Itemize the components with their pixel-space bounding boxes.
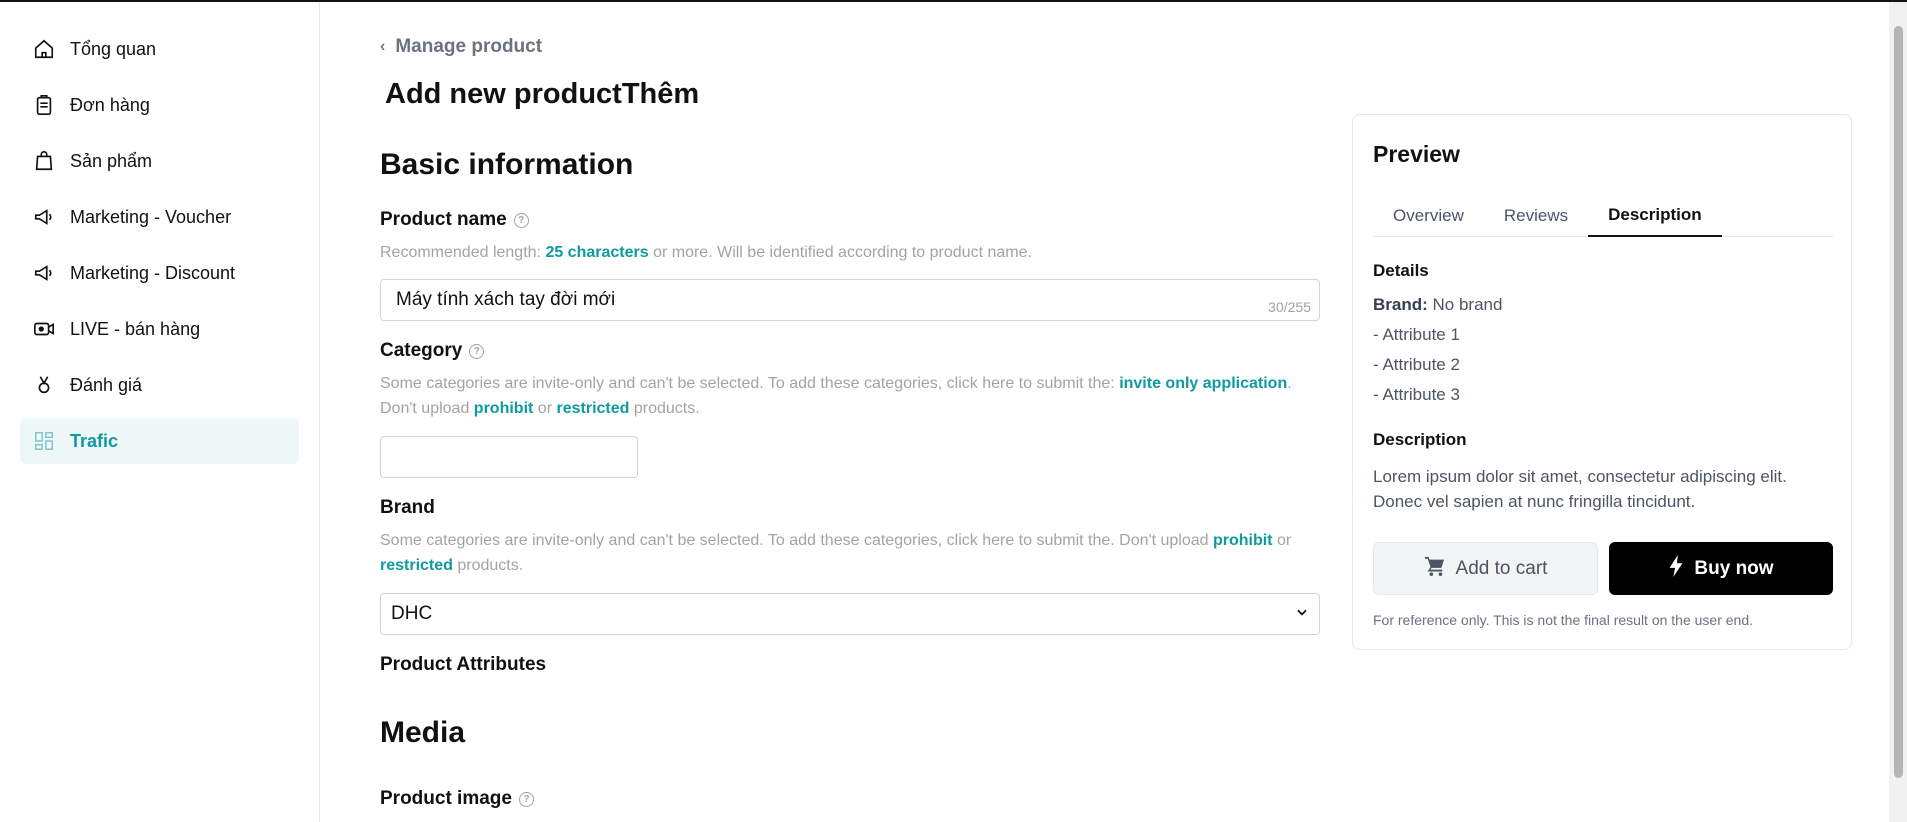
hint-text: Some categories are invite-only and can'…	[380, 532, 1209, 549]
product-name-label: Product name ?	[380, 209, 529, 231]
category-input[interactable]	[380, 436, 638, 478]
hint-text: Some categories are invite-only and can'…	[380, 375, 1115, 392]
hint-text: or more. Will be identified according to…	[653, 244, 1032, 261]
sidebar-item-danh-gia[interactable]: Đánh giá	[20, 362, 299, 408]
hint-link-prohibit[interactable]: prohibit	[1213, 532, 1273, 549]
breadcrumb[interactable]: ‹ Manage product	[380, 36, 542, 58]
section-basic-information: Basic information	[380, 148, 634, 181]
preview-title: Preview	[1373, 141, 1460, 167]
hint-text: or	[537, 400, 553, 417]
category-hint: Some categories are invite-only and can'…	[380, 371, 1320, 421]
sidebar-item-marketing-voucher[interactable]: Marketing - Voucher	[20, 194, 299, 240]
help-icon[interactable]: ?	[518, 791, 534, 807]
product-name-label-text: Product name	[380, 209, 507, 230]
brand-key: Brand:	[1373, 295, 1428, 314]
dashboard-grid-icon	[30, 427, 58, 455]
hint-link-restricted[interactable]: restricted	[556, 400, 629, 417]
hint-link-restricted[interactable]: restricted	[380, 557, 453, 574]
product-name-field[interactable]: 30/255	[380, 279, 1320, 321]
help-icon[interactable]: ?	[513, 212, 529, 228]
hint-text: or	[1276, 532, 1292, 549]
hint-link-prohibit[interactable]: prohibit	[474, 400, 534, 417]
buy-now-button[interactable]: Buy now	[1609, 542, 1833, 595]
category-label-text: Category	[380, 340, 463, 361]
hint-link-invite-only-application[interactable]: invite only application	[1119, 375, 1287, 392]
product-name-input[interactable]	[381, 280, 1201, 320]
cart-icon	[1424, 556, 1456, 582]
product-name-hint: Recommended length: 25 characters or mor…	[380, 240, 1320, 265]
product-attributes-label: Product Attributes	[380, 654, 546, 676]
sidebar-item-trafic[interactable]: Trafic	[20, 418, 299, 464]
megaphone-icon	[30, 203, 58, 231]
hint-text: Recommended length:	[380, 244, 541, 261]
sidebar-item-label: Sản phẩm	[70, 150, 153, 171]
description-text: Lorem ipsum dolor sit amet, consectetur …	[1373, 467, 1787, 511]
sidebar-item-don-hang[interactable]: Đơn hàng	[20, 82, 299, 128]
attribute-line: - Attribute 3	[1373, 385, 1460, 404]
section-media: Media	[380, 716, 466, 749]
sidebar-item-marketing-discount[interactable]: Marketing - Discount	[20, 250, 299, 296]
help-icon[interactable]: ?	[469, 343, 485, 359]
preview-panel: Preview Overview Reviews Description Det…	[1352, 114, 1852, 650]
hint-text: products.	[633, 400, 700, 417]
char-count: 30/255	[1268, 299, 1311, 315]
attribute-line: - Attribute 1	[1373, 325, 1460, 344]
sidebar-item-label: LIVE - bán hàng	[70, 318, 201, 339]
brand-select[interactable]: DHC	[380, 593, 1320, 635]
sidebar-item-label: Trafic	[70, 430, 119, 451]
brand-selected-value: DHC	[391, 603, 433, 624]
tab-overview[interactable]: Overview	[1373, 195, 1484, 237]
add-to-cart-label: Add to cart	[1455, 557, 1548, 579]
description-heading: Description	[1373, 430, 1467, 449]
lightning-icon	[1668, 554, 1694, 583]
bag-icon	[30, 147, 58, 175]
sidebar-item-tong-quan[interactable]: Tổng quan	[20, 26, 299, 72]
brand-label: Brand	[380, 497, 435, 519]
details-heading: Details	[1373, 261, 1429, 280]
sidebar-item-label: Marketing - Voucher	[70, 206, 232, 227]
chevron-down-icon	[1295, 603, 1309, 625]
sidebar-item-label: Đơn hàng	[70, 94, 150, 115]
home-icon	[30, 35, 58, 63]
product-image-label-text: Product image	[380, 788, 512, 809]
sidebar-item-live-ban-hang[interactable]: LIVE - bán hàng	[20, 306, 299, 352]
brand-hint: Some categories are invite-only and can'…	[380, 528, 1320, 578]
scrollbar-thumb[interactable]	[1894, 26, 1903, 778]
tab-description[interactable]: Description	[1588, 195, 1722, 237]
clipboard-icon	[30, 91, 58, 119]
product-image-label: Product image ?	[380, 788, 534, 810]
brand-line: Brand: No brand	[1373, 295, 1502, 315]
hint-text: products.	[457, 557, 524, 574]
sidebar-item-label: Marketing - Discount	[70, 262, 236, 283]
hint-link-25-characters[interactable]: 25 characters	[545, 244, 648, 261]
sidebar-item-label: Tổng quan	[70, 38, 157, 59]
sidebar-item-label: Đánh giá	[70, 374, 143, 395]
tab-reviews[interactable]: Reviews	[1484, 195, 1588, 237]
chevron-left-icon: ‹	[380, 38, 386, 55]
breadcrumb-link[interactable]: Manage product	[395, 36, 542, 58]
attribute-line: - Attribute 2	[1373, 355, 1460, 374]
sidebar-item-san-pham[interactable]: Sản phẩm	[20, 138, 299, 184]
preview-tabs: Overview Reviews Description	[1373, 195, 1833, 237]
sidebar: Tổng quan Đơn hàng Sản phẩm Marketing - …	[0, 2, 320, 822]
scrollbar[interactable]	[1889, 2, 1907, 822]
product-attributes-label-text: Product Attributes	[380, 654, 547, 675]
add-to-cart-button[interactable]: Add to cart	[1373, 542, 1598, 595]
preview-note: For reference only. This is not the fina…	[1373, 612, 1754, 628]
megaphone-icon	[30, 259, 58, 287]
brand-label-text: Brand	[380, 497, 435, 518]
page-title: Add new productThêm	[385, 78, 700, 110]
brand-value: No brand	[1432, 295, 1503, 314]
category-label: Category ?	[380, 340, 485, 362]
medal-icon	[30, 371, 58, 399]
live-video-icon	[30, 315, 58, 343]
buy-now-label: Buy now	[1694, 557, 1774, 579]
